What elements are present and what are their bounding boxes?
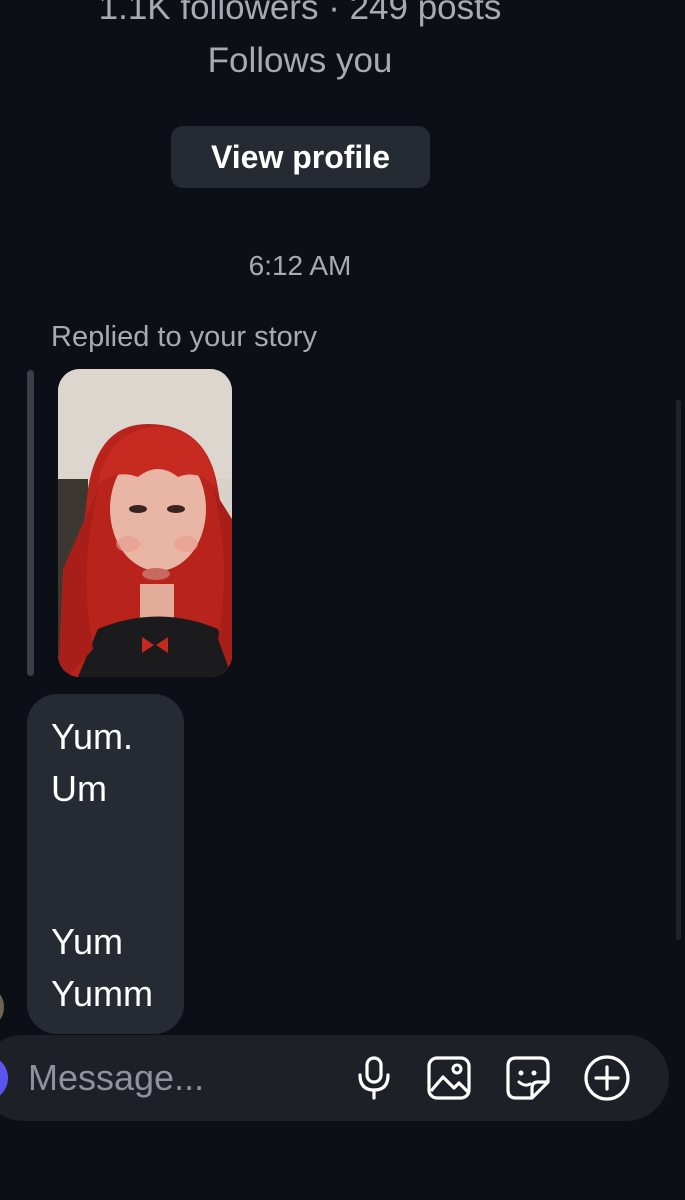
microphone-icon[interactable] bbox=[350, 1054, 398, 1102]
sticker-icon[interactable] bbox=[504, 1054, 552, 1102]
gallery-icon[interactable] bbox=[425, 1054, 473, 1102]
message-timestamp: 6:12 AM bbox=[248, 250, 352, 281]
replied-to-story-label: Replied to your story bbox=[51, 321, 317, 353]
message-line: Yum bbox=[51, 921, 124, 962]
message-input[interactable] bbox=[28, 1052, 328, 1104]
scrollbar[interactable] bbox=[676, 400, 681, 940]
sender-avatar[interactable] bbox=[0, 992, 4, 1022]
follows-you-label: Follows you bbox=[207, 41, 393, 80]
message-bubble[interactable]: Yum. Um Yum Yumm bbox=[27, 694, 184, 1034]
view-profile-button[interactable]: View profile bbox=[171, 126, 430, 188]
message-line: Yumm bbox=[51, 973, 154, 1014]
profile-stats: 1.1K followers · 249 posts bbox=[98, 0, 502, 27]
chat-screen: 1.1K followers · 249 posts Follows you V… bbox=[0, 0, 685, 1200]
message-line: Yum. bbox=[51, 716, 134, 757]
reply-indicator-bar bbox=[27, 370, 34, 676]
plus-circle-icon[interactable] bbox=[583, 1054, 631, 1102]
story-thumbnail[interactable] bbox=[58, 369, 232, 677]
message-line: Um bbox=[51, 768, 107, 809]
